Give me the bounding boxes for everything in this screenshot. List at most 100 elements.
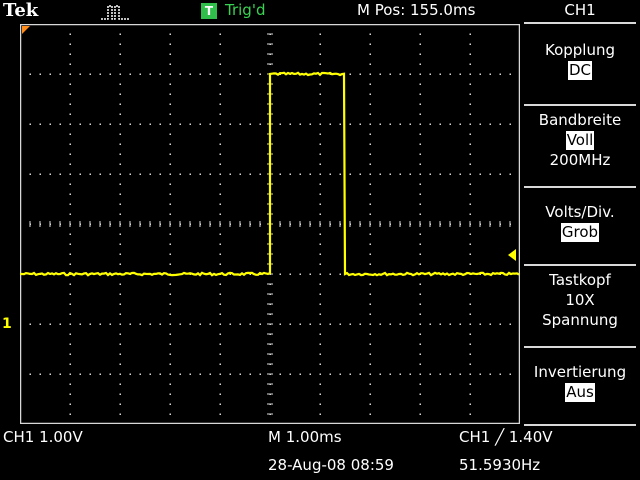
grid-dot <box>209 123 211 125</box>
grid-dot <box>199 373 201 375</box>
grid-dot <box>169 153 171 155</box>
grid-dot <box>169 323 171 325</box>
grid-dot <box>319 293 321 295</box>
grid-dot <box>169 293 171 295</box>
grid-dot <box>119 193 121 195</box>
grid-dot <box>169 413 171 415</box>
grid-dot <box>79 323 81 325</box>
grid-dot <box>499 123 501 125</box>
menu-invert[interactable]: Invertierung Aus <box>520 362 640 402</box>
grid-dot <box>119 423 121 424</box>
grid-dot <box>419 93 421 95</box>
grid-dot <box>69 363 71 365</box>
grid-dot <box>319 423 321 424</box>
grid-dot <box>469 353 471 355</box>
grid-dot <box>349 173 351 175</box>
grid-dot <box>169 213 171 215</box>
grid-dot <box>219 173 221 175</box>
grid-dot <box>169 283 171 285</box>
grid-dot <box>69 43 71 45</box>
grid-dot <box>399 123 401 125</box>
grid-dot <box>309 323 311 325</box>
grid-dot <box>469 313 471 315</box>
grid-dot <box>389 373 391 375</box>
grid-dot <box>499 323 501 325</box>
grid-dot <box>179 173 181 175</box>
grid-dot <box>39 373 41 375</box>
grid-dot <box>299 273 301 275</box>
grid-dot <box>469 203 471 205</box>
grid-dot <box>469 163 471 165</box>
menu-coupling[interactable]: Kopplung DC <box>520 40 640 80</box>
grid-dot <box>439 373 441 375</box>
grid-dot <box>429 73 431 75</box>
grid-dot <box>139 123 141 125</box>
grid-dot <box>469 24 471 25</box>
grid-dot <box>319 273 321 275</box>
grid-dot <box>339 123 341 125</box>
grid-dot <box>69 123 71 125</box>
grid-dot <box>319 243 321 245</box>
grid-dot <box>319 253 321 255</box>
grid-dot <box>189 73 191 75</box>
grid-dot <box>319 233 321 235</box>
grid-dot <box>369 213 371 215</box>
grid-dot <box>359 173 361 175</box>
grid-dot <box>219 43 221 45</box>
grid-dot <box>319 203 321 205</box>
grid-dot <box>159 323 161 325</box>
channel-menu-title: CH1 <box>564 1 596 19</box>
grid-dot <box>219 343 221 345</box>
grid-dot <box>239 323 241 325</box>
grid-dot <box>389 73 391 75</box>
grid-dot <box>149 323 151 325</box>
grid-dot <box>469 303 471 305</box>
grid-dot <box>469 373 471 375</box>
grid-dot <box>369 423 371 424</box>
grid-dot <box>179 373 181 375</box>
grid-dot <box>119 133 121 135</box>
grid-dot <box>259 73 261 75</box>
grid-dot <box>369 153 371 155</box>
grid-dot <box>339 273 341 275</box>
menu-bandwidth[interactable]: Bandbreite Voll 200MHz <box>520 110 640 170</box>
grid-dot <box>439 73 441 75</box>
grid-dot <box>20 323 21 325</box>
grid-dot <box>369 353 371 355</box>
trigger-readout: CH1 ╱ 1.40V <box>459 428 553 446</box>
oscilloscope-graticule <box>20 24 520 424</box>
menu-separator <box>524 186 636 188</box>
grid-dot <box>119 333 121 335</box>
grid-dot <box>349 373 351 375</box>
grid-dot <box>419 193 421 195</box>
grid-dot <box>469 423 471 424</box>
menu-probe[interactable]: Tastkopf 10X Spannung <box>520 270 640 330</box>
grid-dot <box>329 173 331 175</box>
grid-dot <box>319 53 321 55</box>
grid-dot <box>369 123 371 125</box>
grid-dot <box>359 73 361 75</box>
grid-dot <box>369 263 371 265</box>
grid-dot <box>29 373 31 375</box>
grid-dot <box>469 63 471 65</box>
grid-dot <box>469 113 471 115</box>
grid-dot <box>219 113 221 115</box>
grid-dot <box>469 33 471 35</box>
grid-dot <box>69 393 71 395</box>
grid-dot <box>69 293 71 295</box>
grid-dot <box>449 173 451 175</box>
grid-dot <box>519 323 520 325</box>
grid-dot <box>369 53 371 55</box>
grid-dot <box>459 73 461 75</box>
grid-dot <box>69 343 71 345</box>
grid-dot <box>239 173 241 175</box>
grid-dot <box>319 403 321 405</box>
menu-volts-div[interactable]: Volts/Div. Grob <box>520 202 640 242</box>
grid-dot <box>199 173 201 175</box>
grid-dot <box>139 373 141 375</box>
grid-dot <box>219 193 221 195</box>
menu-separator <box>524 424 636 426</box>
grid-dot <box>219 293 221 295</box>
grid-dot <box>129 173 131 175</box>
grid-dot <box>119 183 121 185</box>
